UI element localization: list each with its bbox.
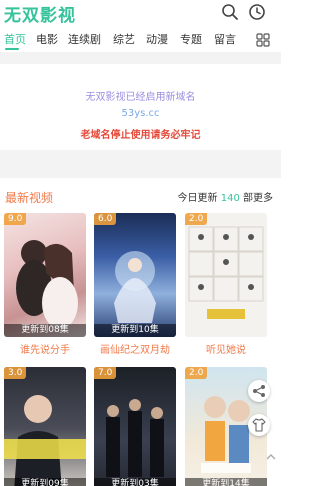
- more-label: 部更多: [243, 193, 273, 204]
- tab-guestbook[interactable]: 留言: [214, 31, 236, 47]
- active-tab-indicator: [5, 48, 19, 50]
- app-logo[interactable]: 无双影视: [4, 1, 76, 26]
- video-title[interactable]: 谁先说分手: [4, 341, 86, 356]
- scroll-top-icon[interactable]: [265, 448, 277, 467]
- video-card[interactable]: 3.0 更新到09集: [4, 367, 86, 486]
- share-button[interactable]: [248, 380, 270, 402]
- notice-warning: 老域名停止使用请务必牢记: [80, 130, 201, 141]
- grid-icon[interactable]: [256, 32, 270, 47]
- tab-home[interactable]: 首页: [4, 31, 26, 47]
- video-card[interactable]: 7.0 更新到03集: [94, 367, 176, 486]
- video-title[interactable]: 听见她说: [185, 341, 267, 356]
- today-updated-label: 今日更新: [177, 193, 218, 204]
- score-badge: 9.0: [4, 213, 27, 225]
- tab-series[interactable]: 连续剧: [68, 31, 101, 47]
- video-poster[interactable]: 3.0 更新到09集: [4, 367, 86, 486]
- tab-movies[interactable]: 电影: [36, 31, 58, 47]
- tab-anime[interactable]: 动漫: [146, 31, 168, 47]
- score-badge: 3.0: [4, 367, 27, 379]
- app-header: 无双影视: [0, 0, 281, 26]
- update-status: 更新到08集: [4, 324, 86, 337]
- score-badge: 7.0: [94, 367, 117, 379]
- notice-line: 无双影视已经启用新域名: [85, 92, 196, 103]
- score-badge: 6.0: [94, 213, 117, 225]
- section-more-link[interactable]: 今日更新 140 部更多: [178, 189, 273, 204]
- update-status: 更新到10集: [94, 324, 176, 337]
- category-nav: 首页 电影 连续剧 综艺 动漫 专题 留言: [0, 28, 281, 50]
- score-badge: 2.0: [185, 367, 208, 379]
- section-title: 最新视频: [5, 191, 54, 205]
- video-card[interactable]: 6.0 更新到10集 画仙纪之双月劫: [94, 213, 176, 356]
- video-poster[interactable]: 2.0: [185, 213, 267, 337]
- update-count: 140: [220, 193, 240, 204]
- notice-domain: 53ys.cc: [121, 108, 160, 119]
- video-card[interactable]: 2.0 听见她说: [185, 213, 267, 356]
- history-icon[interactable]: [248, 3, 266, 21]
- update-status: 更新到09集: [4, 478, 86, 486]
- domain-notice: 无双影视已经启用新域名 53ys.cc 老域名停止使用请务必牢记: [0, 64, 281, 148]
- divider: [0, 150, 281, 178]
- update-status: 更新到14集: [185, 478, 267, 486]
- video-title[interactable]: 画仙纪之双月劫: [94, 341, 176, 356]
- score-badge: 2.0: [185, 213, 208, 225]
- video-poster[interactable]: 9.0 更新到08集: [4, 213, 86, 337]
- tab-topics[interactable]: 专题: [180, 31, 202, 47]
- search-icon[interactable]: [221, 3, 239, 21]
- divider: [0, 52, 281, 64]
- tab-variety[interactable]: 综艺: [113, 31, 135, 47]
- video-poster[interactable]: 7.0 更新到03集: [94, 367, 176, 486]
- wardrobe-button[interactable]: [248, 414, 270, 436]
- video-card[interactable]: 9.0 更新到08集 谁先说分手: [4, 213, 86, 356]
- update-status: 更新到03集: [94, 478, 176, 486]
- video-poster[interactable]: 6.0 更新到10集: [94, 213, 176, 337]
